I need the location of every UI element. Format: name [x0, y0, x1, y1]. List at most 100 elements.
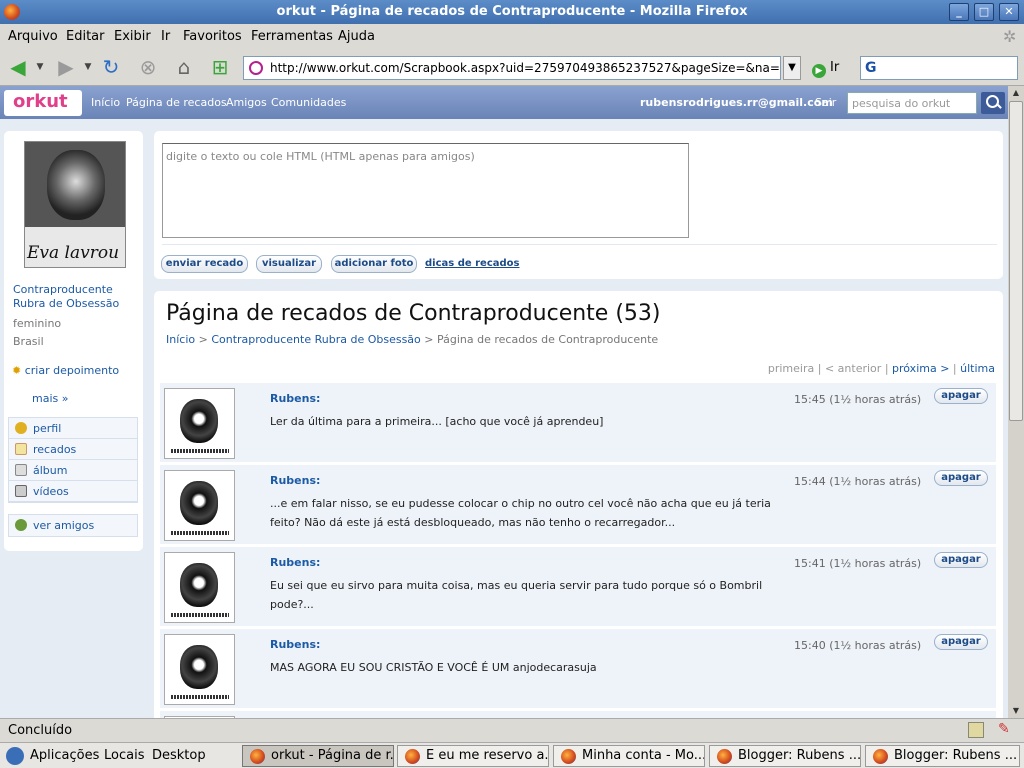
sidebar-item-perfil[interactable]: perfil [9, 418, 137, 439]
menu-exibir[interactable]: Exibir [114, 29, 151, 44]
notepad-icon [15, 443, 27, 455]
firefox-icon [561, 749, 576, 764]
delete-scrap-button[interactable]: apagar [934, 552, 988, 568]
menu-desktop[interactable]: Desktop [152, 748, 206, 763]
camera-icon [15, 464, 27, 476]
go-button[interactable]: ▶ Ir [812, 60, 839, 78]
task-label: Minha conta - Mo... [582, 748, 705, 763]
orkut-search-input[interactable]: pesquisa do orkut [847, 92, 977, 114]
address-dropdown-icon[interactable]: ▼ [783, 56, 801, 80]
back-dropdown-icon[interactable]: ▼ [34, 55, 46, 79]
delete-scrap-button[interactable]: apagar [934, 470, 988, 486]
menu-locais[interactable]: Locais [104, 748, 144, 763]
sidebar-item-videos[interactable]: vídeos [9, 481, 137, 502]
scrap-message: MAS AGORA EU SOU CRISTÃO E VOCÊ É UM anj… [270, 661, 597, 674]
go-label: Ir [830, 60, 840, 75]
menu-aplicacoes[interactable]: Aplicações [30, 748, 99, 763]
address-bar[interactable]: http://www.orkut.com/Scrapbook.aspx?uid=… [243, 56, 781, 80]
task-label: E eu me reservo a... [426, 748, 549, 763]
reload-icon[interactable]: ↻ [99, 55, 123, 79]
scroll-up-icon[interactable]: ▲ [1009, 86, 1023, 100]
security-icon[interactable] [968, 722, 984, 738]
create-testimonial-link[interactable]: ✹ criar depoimento [12, 364, 119, 377]
breadcrumb-home[interactable]: Início [166, 333, 195, 346]
scrap-message: Ler da última para a primeira... [acho q… [270, 415, 604, 428]
menu-ferramentas[interactable]: Ferramentas [251, 29, 333, 44]
sidebar-item-album[interactable]: álbum [9, 460, 137, 481]
profile-name[interactable]: Contraproducente Rubra de Obsessão [13, 283, 138, 311]
orkut-logo[interactable]: orkut [4, 90, 82, 116]
logout-link[interactable]: Sair [815, 96, 836, 109]
user-email[interactable]: rubensrodrigues.rr@gmail.com [640, 96, 833, 109]
see-friends-label: ver amigos [33, 519, 95, 532]
author-avatar[interactable] [164, 388, 235, 459]
delete-scrap-button[interactable]: apagar [934, 634, 988, 650]
gnome-foot-icon[interactable] [6, 747, 24, 765]
menu-arquivo[interactable]: Arquivo [8, 29, 58, 44]
minimize-button[interactable]: _ [949, 3, 969, 21]
send-scrap-button[interactable]: enviar recado [161, 255, 248, 273]
scrap-time: 15:45 (1½ horas atrás) [794, 393, 922, 406]
pager-last[interactable]: última [960, 362, 995, 375]
browser-search-box[interactable]: G [860, 56, 1018, 80]
sidebar-item-label: recados [33, 443, 77, 456]
bookmark-add-icon[interactable]: ⊞ [208, 55, 232, 79]
delete-scrap-button[interactable]: apagar [934, 388, 988, 404]
search-icon[interactable] [981, 92, 1005, 114]
nav-comunidades[interactable]: Comunidades [271, 96, 346, 109]
scrap-author[interactable]: Rubens: [270, 556, 320, 569]
page-title: Página de recados de Contraproducente (5… [166, 301, 661, 326]
nav-inicio[interactable]: Início [91, 96, 120, 109]
pager-next[interactable]: próxima > [892, 362, 949, 375]
menu-ir[interactable]: Ir [161, 29, 170, 44]
orkut-navbar: orkut Início Página de recados Amigos Co… [0, 86, 1008, 119]
breadcrumb-profile[interactable]: Contraproducente Rubra de Obsessão [211, 333, 420, 346]
scrap-tips-link[interactable]: dicas de recados [425, 258, 520, 269]
profile-avatar[interactable]: Eva lavrou [24, 141, 126, 268]
nav-recados[interactable]: Página de recados [126, 96, 227, 109]
composer-panel: digite o texto ou cole HTML (HTML apenas… [154, 131, 1003, 279]
page-scrollbar[interactable]: ▲ ▼ [1008, 86, 1024, 718]
sidebar-item-recados[interactable]: recados [9, 439, 137, 460]
nav-amigos[interactable]: Amigos [226, 96, 267, 109]
add-photo-button[interactable]: adicionar foto [331, 255, 417, 273]
scrap-textarea[interactable]: digite o texto ou cole HTML (HTML apenas… [162, 143, 689, 238]
forward-dropdown-icon[interactable]: ▼ [82, 55, 94, 79]
author-avatar[interactable] [164, 634, 235, 705]
task-orkut[interactable]: orkut - Página de r... [242, 745, 394, 767]
maximize-button[interactable]: □ [974, 3, 994, 21]
scrap-author[interactable]: Rubens: [270, 638, 320, 651]
task-window-3[interactable]: Minha conta - Mo... [553, 745, 705, 767]
logo-text: orkut [13, 91, 68, 112]
breadcrumb-separator: > [198, 333, 208, 346]
pager-separator: | [884, 362, 889, 375]
more-link[interactable]: mais » [32, 392, 68, 405]
task-window-2[interactable]: E eu me reservo a... [397, 745, 549, 767]
breadcrumb: Início > Contraproducente Rubra de Obses… [166, 333, 658, 346]
author-avatar[interactable] [164, 470, 235, 541]
preview-button[interactable]: visualizar [256, 255, 322, 273]
profile-country: Brasil [13, 335, 44, 348]
scrap-author[interactable]: Rubens: [270, 392, 320, 405]
adblock-icon[interactable]: ✎ [998, 721, 1010, 737]
task-window-5[interactable]: Blogger: Rubens ... [865, 745, 1020, 767]
author-avatar[interactable] [164, 552, 235, 623]
menu-ajuda[interactable]: Ajuda [338, 29, 375, 44]
home-icon[interactable]: ⌂ [172, 55, 196, 79]
scroll-down-icon[interactable]: ▼ [1009, 704, 1023, 718]
task-label: Blogger: Rubens ... [738, 748, 861, 763]
divider [162, 244, 997, 245]
see-friends-link[interactable]: ver amigos [9, 515, 137, 536]
sidebar-item-label: vídeos [33, 485, 69, 498]
back-icon[interactable]: ◀ [6, 55, 30, 79]
scrollbar-thumb[interactable] [1009, 101, 1023, 421]
forward-icon[interactable]: ▶ [54, 55, 78, 79]
close-button[interactable]: ✕ [999, 3, 1019, 21]
scrap-author[interactable]: Rubens: [270, 474, 320, 487]
page-content: orkut Início Página de recados Amigos Co… [0, 86, 1008, 718]
menu-favoritos[interactable]: Favoritos [183, 29, 242, 44]
task-window-4[interactable]: Blogger: Rubens ... [709, 745, 861, 767]
scrap-row: Rubens: 15:40 (1½ horas atrás) MAS AGORA… [160, 629, 996, 709]
menu-editar[interactable]: Editar [66, 29, 105, 44]
stop-icon[interactable]: ⊗ [136, 55, 160, 79]
